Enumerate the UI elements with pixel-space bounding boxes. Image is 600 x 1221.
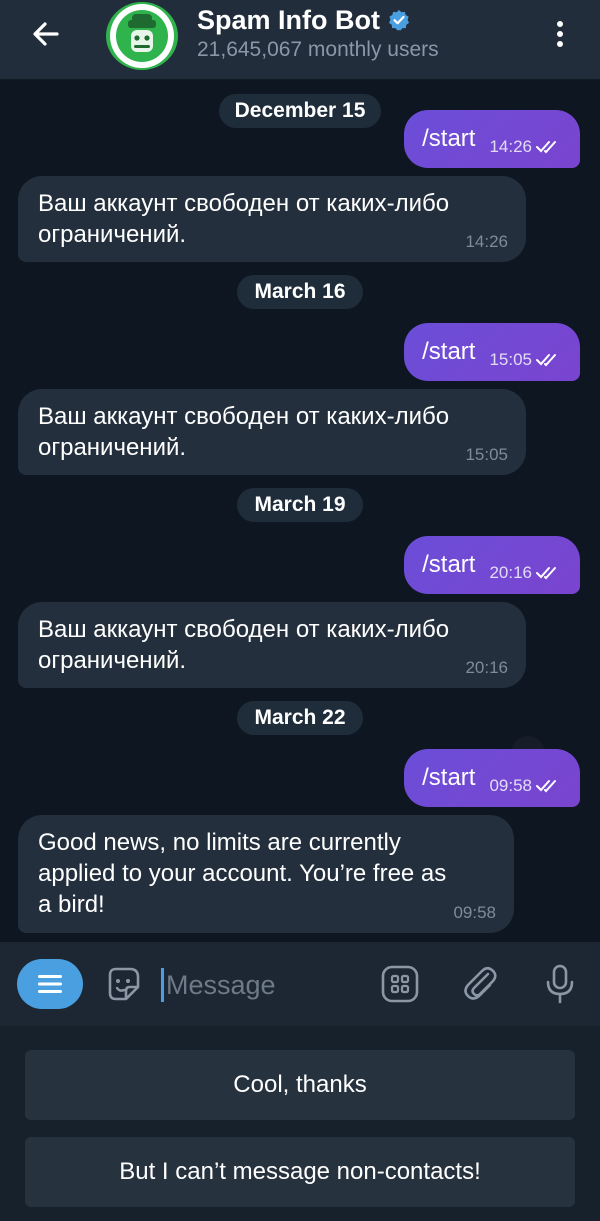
chat-area[interactable]: December 15 /start 14:26 Ваш аккаунт сво… — [0, 80, 600, 942]
bot-ranger-icon — [110, 4, 174, 68]
double-check-icon — [536, 567, 556, 580]
incoming-message[interactable]: Ваш аккаунт свободен от каких-либо огран… — [18, 389, 526, 475]
date-chip: March 16 — [237, 275, 363, 309]
outgoing-message[interactable]: /start 20:16 — [404, 536, 580, 594]
message-meta: 20:16 — [489, 563, 562, 583]
verified-badge-icon — [389, 10, 409, 31]
text-cursor — [161, 968, 164, 1002]
bot-menu-icon — [38, 975, 62, 993]
message-line: ограничений. — [38, 647, 187, 674]
voice-button[interactable] — [538, 962, 582, 1006]
message-input-bar — [0, 942, 600, 1026]
date-chip: December 15 — [219, 94, 381, 128]
monthly-users: 21,645,067 monthly users — [197, 38, 439, 61]
chat-header: Spam Info Bot 21,645,067 monthly users — [0, 0, 600, 80]
message-meta: 09:58 — [489, 776, 562, 796]
attach-button[interactable] — [458, 962, 502, 1006]
double-check-icon — [536, 354, 556, 367]
message-time: 14:26 — [489, 137, 532, 156]
message-line: Ваш аккаунт свободен от каких-либо — [38, 616, 450, 643]
message-line: Good news, no limits are currently — [38, 829, 401, 856]
message-line: Ваш аккаунт свободен от каких-либо — [38, 190, 450, 217]
message-text: /start — [422, 125, 476, 152]
message-time: 15:05 — [489, 350, 532, 369]
arrow-left-icon — [33, 22, 59, 46]
commands-button[interactable] — [378, 962, 422, 1006]
double-check-icon — [536, 780, 556, 793]
message-text: /start — [422, 764, 476, 791]
incoming-message[interactable]: Good news, no limits are currently appli… — [18, 815, 514, 933]
back-button[interactable] — [22, 14, 70, 54]
message-meta: 14:26 — [489, 137, 562, 157]
message-time: 20:16 — [465, 658, 508, 677]
microphone-icon — [546, 964, 574, 1004]
message-line: ограничений. — [38, 221, 187, 248]
chat-title: Spam Info Bot — [197, 4, 380, 35]
message-meta: 15:05 — [489, 350, 562, 370]
message-time: 09:58 — [453, 903, 496, 922]
date-chip: March 19 — [237, 488, 363, 522]
message-line: applied to your account. You’re free as — [38, 860, 447, 887]
keyboard-button-cant-message[interactable]: But I can’t message non-contacts! — [25, 1137, 575, 1207]
message-line: ограничений. — [38, 434, 187, 461]
message-text: /start — [422, 551, 476, 578]
title-row[interactable]: Spam Info Bot — [197, 4, 410, 36]
message-time: 14:26 — [465, 232, 508, 251]
bot-menu-button[interactable] — [17, 959, 83, 1009]
sticker-icon — [108, 967, 140, 1001]
bot-keyboard: Cool, thanks But I can’t message non-con… — [0, 1026, 600, 1221]
outgoing-message[interactable]: /start 14:26 — [404, 110, 580, 168]
message-time: 15:05 — [465, 445, 508, 464]
paperclip-icon — [464, 966, 497, 1000]
double-check-icon — [536, 141, 556, 154]
message-input[interactable] — [166, 966, 366, 1004]
keyboard-button-cool-thanks[interactable]: Cool, thanks — [25, 1050, 575, 1120]
message-time: 20:16 — [489, 563, 532, 582]
bot-avatar[interactable] — [106, 2, 178, 70]
message-time: 09:58 — [489, 776, 532, 795]
more-menu-button[interactable] — [540, 14, 580, 54]
incoming-message[interactable]: Ваш аккаунт свободен от каких-либо огран… — [18, 176, 526, 262]
incoming-message[interactable]: Ваш аккаунт свободен от каких-либо огран… — [18, 602, 526, 688]
commands-grid-icon — [381, 965, 419, 1003]
sticker-button[interactable] — [101, 962, 145, 1006]
more-vertical-icon — [557, 21, 563, 47]
outgoing-message[interactable]: /start 09:58 — [404, 749, 580, 807]
outgoing-message[interactable]: /start 15:05 — [404, 323, 580, 381]
message-line: Ваш аккаунт свободен от каких-либо — [38, 403, 450, 430]
message-line: a bird! — [38, 891, 105, 918]
date-chip: March 22 — [237, 701, 363, 735]
message-text: /start — [422, 338, 476, 365]
